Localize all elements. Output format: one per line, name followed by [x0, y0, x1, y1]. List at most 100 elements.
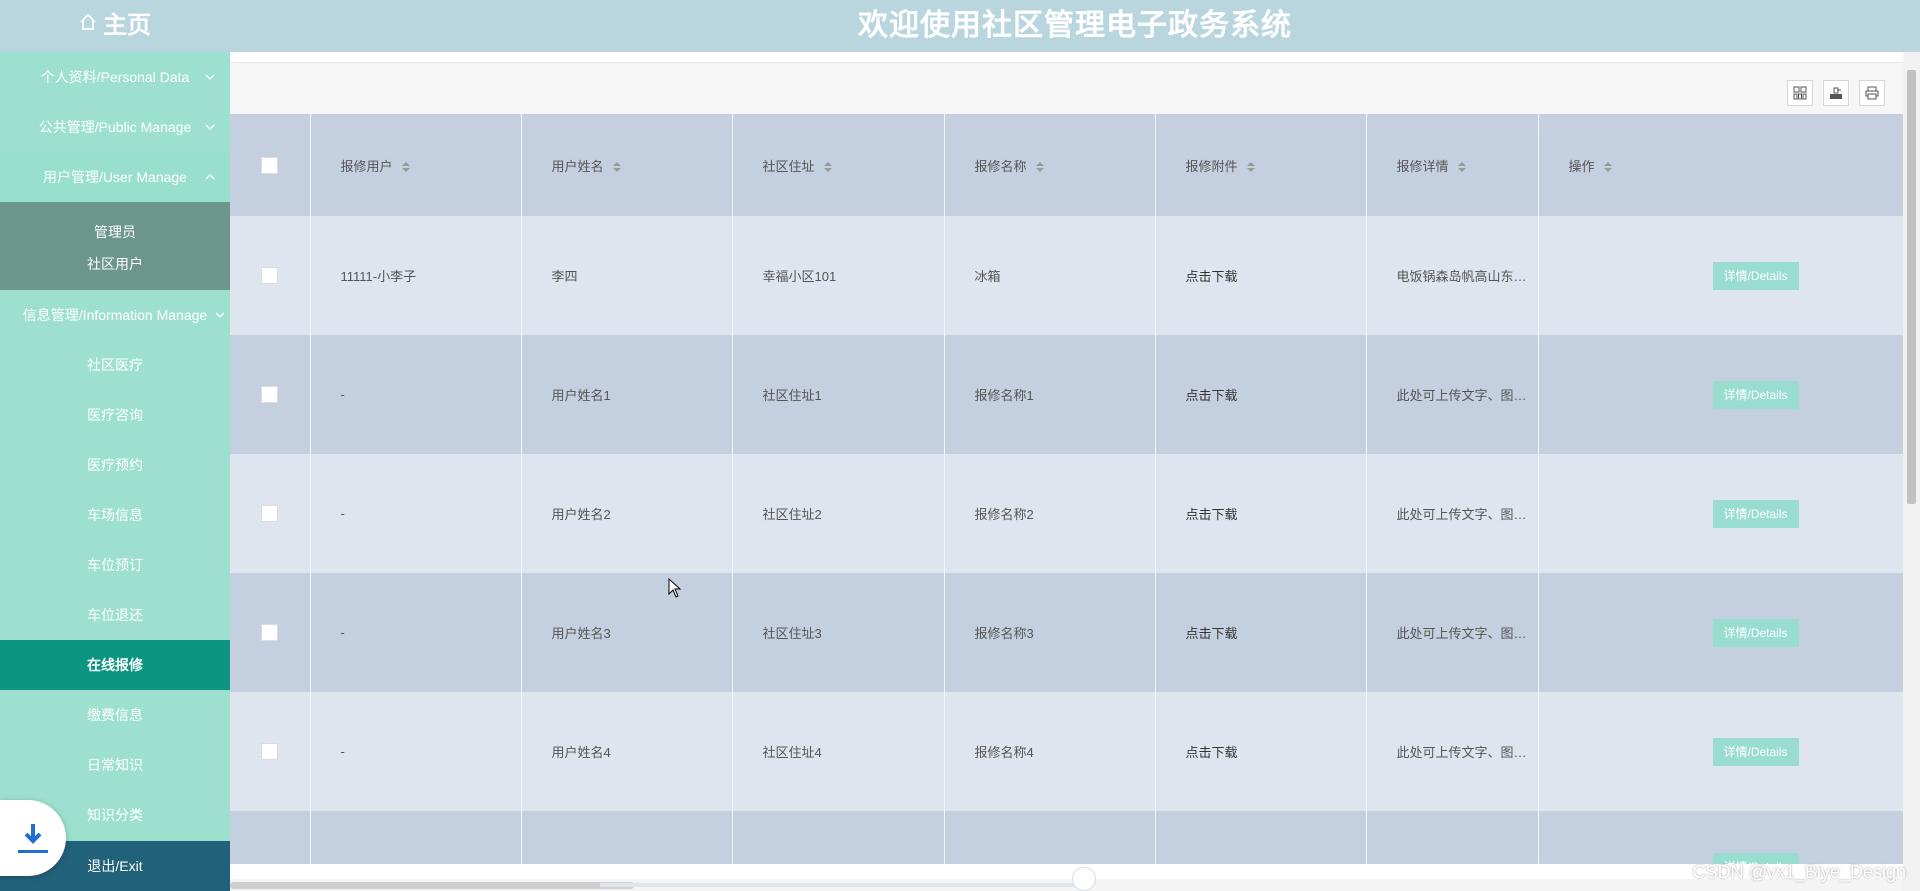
cell-repair-user: - [310, 573, 522, 692]
row-checkbox[interactable] [261, 267, 279, 285]
cell-address: 社区住址3 [732, 573, 945, 692]
cell-repair-name: 报修名称2 [944, 454, 1156, 573]
sort-icon [1603, 162, 1612, 173]
cell-repair-user: 11111-小李子 [310, 216, 522, 335]
download-link[interactable]: 点击下载 [1155, 335, 1367, 454]
cell-address: 幸福小区101 [732, 216, 945, 335]
cell-repair-name [944, 811, 1156, 864]
cell-repair-name: 报修名称4 [944, 692, 1156, 811]
table-row[interactable]: - 用户姓名4 社区住址4 报修名称4 点击下载 此处可上传文字、图… 详情/D… [230, 692, 1903, 811]
sidebar-item-medical-consult[interactable]: 医疗咨询 [0, 390, 230, 440]
home-link[interactable]: 主页 [0, 0, 230, 44]
vertical-scrollbar[interactable] [1903, 52, 1920, 891]
cell-address: 社区住址4 [732, 692, 945, 811]
cell-actions: 详情/Details [1538, 573, 1903, 692]
download-link[interactable] [1155, 811, 1367, 864]
chevron-up-icon [205, 174, 215, 180]
table-row[interactable]: 11111-小李子 李四 幸福小区101 冰箱 点击下载 电饭锅森岛帆高山东… … [230, 216, 1903, 335]
download-link[interactable]: 点击下载 [1155, 454, 1367, 573]
cell-repair-user: - [310, 692, 522, 811]
details-button[interactable]: 详情/Details [1712, 737, 1799, 766]
table-scroll-handle[interactable] [1072, 867, 1096, 891]
row-select-cell [230, 216, 311, 335]
sidebar: 个人资料/Personal Data 公共管理/Public Manage 用户… [0, 52, 230, 891]
details-button[interactable]: 详情/Details [1712, 261, 1799, 290]
main-content: 报修用户 用户姓名 社区住址 报修名称 报修附件 报修详情 操作 11111-小… [230, 52, 1903, 891]
row-checkbox[interactable] [261, 743, 279, 761]
details-button[interactable]: 详情/Details [1712, 499, 1799, 528]
download-icon [18, 824, 48, 853]
table-toolbar [230, 62, 1903, 114]
cell-address [732, 811, 945, 864]
sidebar-item-parking-info[interactable]: 车场信息 [0, 490, 230, 540]
cell-repair-name: 冰箱 [944, 216, 1156, 335]
column-header-address[interactable]: 社区住址 [732, 114, 945, 216]
column-header-label: 报修详情 [1396, 158, 1449, 174]
sidebar-item-online-repair[interactable]: 在线报修 [0, 640, 230, 690]
cell-address: 社区住址2 [732, 454, 945, 573]
row-select-cell [230, 692, 311, 811]
row-checkbox[interactable] [261, 624, 279, 642]
column-header-repair-user[interactable]: 报修用户 [310, 114, 522, 216]
sidebar-item-label: 用户管理/User Manage [43, 169, 187, 185]
table-row[interactable]: 详情/Details [230, 811, 1903, 864]
user-manage-submenu: 管理员 社区用户 [0, 202, 230, 290]
select-all-checkbox[interactable] [261, 156, 279, 174]
export-icon [1830, 87, 1842, 99]
download-link[interactable]: 点击下载 [1155, 216, 1367, 335]
export-button[interactable] [1823, 80, 1849, 106]
column-header-attachment[interactable]: 报修附件 [1155, 114, 1367, 216]
top-bar: 主页 欢迎使用社区管理电子政务系统 [0, 0, 1920, 52]
sidebar-item-medical-appointment[interactable]: 医疗预约 [0, 440, 230, 490]
row-checkbox[interactable] [261, 505, 279, 523]
cell-repair-name: 报修名称1 [944, 335, 1156, 454]
row-checkbox[interactable] [261, 386, 279, 404]
row-select-cell [230, 811, 311, 864]
vertical-scrollbar-thumb[interactable] [1907, 70, 1916, 504]
sort-icon [612, 162, 621, 173]
sidebar-item-daily-knowledge[interactable]: 日常知识 [0, 740, 230, 790]
sort-icon [823, 162, 832, 173]
horizontal-scrollbar-thumb[interactable] [230, 882, 634, 889]
cell-repair-user: - [310, 454, 522, 573]
columns-button[interactable] [1787, 80, 1813, 106]
column-header-repair-name[interactable]: 报修名称 [944, 114, 1156, 216]
details-button[interactable]: 详情/Details [1712, 380, 1799, 409]
cell-user-name: 用户姓名1 [521, 335, 733, 454]
print-button[interactable] [1859, 80, 1885, 106]
sidebar-item-admin[interactable]: 管理员 [0, 216, 230, 248]
cell-actions: 详情/Details [1538, 692, 1903, 811]
column-header-user-name[interactable]: 用户姓名 [521, 114, 733, 216]
sort-icon [1457, 162, 1466, 173]
sidebar-item-public-manage[interactable]: 公共管理/Public Manage [0, 102, 230, 152]
sidebar-item-community-user[interactable]: 社区用户 [0, 248, 230, 280]
table-row[interactable]: - 用户姓名2 社区住址2 报修名称2 点击下载 此处可上传文字、图… 详情/D… [230, 454, 1903, 573]
download-link[interactable]: 点击下载 [1155, 573, 1367, 692]
sidebar-item-payment-info[interactable]: 缴费信息 [0, 690, 230, 740]
cell-details: 电饭锅森岛帆高山东… [1366, 216, 1539, 335]
cell-repair-name: 报修名称3 [944, 573, 1156, 692]
cell-address: 社区住址1 [732, 335, 945, 454]
row-select-cell [230, 573, 311, 692]
sidebar-item-information-manage[interactable]: 信息管理/Information Manage [0, 290, 230, 340]
sidebar-item-label: 信息管理/Information Manage [22, 307, 208, 323]
sidebar-item-parking-booking[interactable]: 车位预订 [0, 540, 230, 590]
download-link[interactable]: 点击下载 [1155, 692, 1367, 811]
cell-details: 此处可上传文字、图… [1366, 573, 1539, 692]
sidebar-item-personal-data[interactable]: 个人资料/Personal Data [0, 52, 230, 102]
column-header-actions[interactable]: 操作 [1538, 114, 1903, 216]
column-header-label: 操作 [1568, 158, 1595, 174]
table-row[interactable]: - 用户姓名1 社区住址1 报修名称1 点击下载 此处可上传文字、图… 详情/D… [230, 335, 1903, 454]
sidebar-item-community-medical[interactable]: 社区医疗 [0, 340, 230, 390]
sidebar-item-parking-return[interactable]: 车位退还 [0, 590, 230, 640]
repair-table: 报修用户 用户姓名 社区住址 报修名称 报修附件 报修详情 操作 11111-小… [230, 114, 1903, 864]
column-header-label: 报修名称 [974, 158, 1027, 174]
details-button[interactable]: 详情/Details [1712, 618, 1799, 647]
column-header-details[interactable]: 报修详情 [1366, 114, 1539, 216]
table-row[interactable]: - 用户姓名3 社区住址3 报修名称3 点击下载 此处可上传文字、图… 详情/D… [230, 573, 1903, 692]
page-title: 欢迎使用社区管理电子政务系统 [858, 9, 1292, 42]
cell-repair-user: - [310, 335, 522, 454]
cell-actions: 详情/Details [1538, 811, 1903, 864]
cell-repair-user [310, 811, 522, 864]
sidebar-item-user-manage[interactable]: 用户管理/User Manage [0, 152, 230, 202]
